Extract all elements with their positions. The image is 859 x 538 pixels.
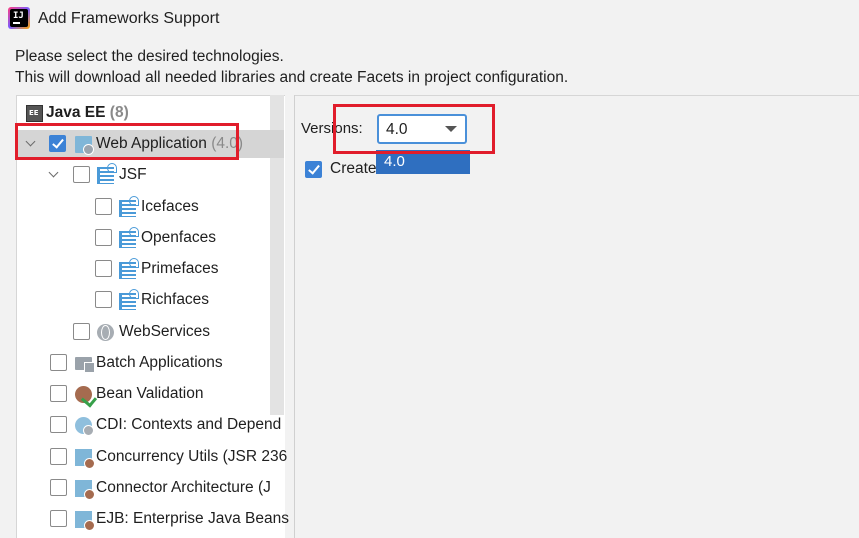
checkbox-bean-validation[interactable] bbox=[50, 385, 67, 402]
web-app-icon bbox=[75, 136, 94, 155]
globe-icon bbox=[97, 324, 114, 341]
checkbox-web-application[interactable] bbox=[49, 135, 66, 152]
chevron-down-icon[interactable] bbox=[26, 138, 36, 148]
versions-label: Versions: bbox=[301, 120, 363, 137]
label-primefaces: Primefaces bbox=[141, 260, 219, 277]
checkbox-icefaces[interactable] bbox=[95, 198, 112, 215]
jsf-icon bbox=[119, 258, 139, 279]
label-cdi: CDI: Contexts and Depend bbox=[96, 416, 282, 433]
label-concurrency-utils: Concurrency Utils (JSR 236 bbox=[96, 448, 288, 465]
label-richfaces: Richfaces bbox=[141, 291, 210, 308]
window-title: Add Frameworks Support bbox=[38, 10, 220, 27]
bean-validation-icon bbox=[75, 386, 92, 403]
checkbox-ejb[interactable] bbox=[50, 510, 67, 527]
cdi-icon bbox=[75, 417, 94, 436]
checkbox-batch-applications[interactable] bbox=[50, 354, 67, 371]
ejb-icon bbox=[75, 511, 95, 531]
jsf-icon bbox=[119, 196, 139, 217]
checkbox-connector-architecture[interactable] bbox=[50, 479, 67, 496]
group-label: Java EE (8) bbox=[46, 104, 129, 121]
create-checkbox[interactable] bbox=[305, 161, 322, 178]
versions-select[interactable]: 4.0 bbox=[377, 114, 467, 144]
checkbox-webservices[interactable] bbox=[73, 323, 90, 340]
label-openfaces: Openfaces bbox=[141, 229, 216, 246]
label-jsf: JSF bbox=[119, 166, 147, 183]
checkbox-concurrency-utils[interactable] bbox=[50, 448, 67, 465]
versions-dropdown-list: 4.0 bbox=[376, 150, 470, 174]
checkbox-openfaces[interactable] bbox=[95, 229, 112, 246]
label-webservices: WebServices bbox=[119, 323, 211, 340]
jsf-icon bbox=[97, 163, 117, 184]
checkbox-jsf[interactable] bbox=[73, 166, 90, 183]
label-icefaces: Icefaces bbox=[141, 198, 199, 215]
label-bean-validation: Bean Validation bbox=[96, 385, 204, 402]
label-ejb: EJB: Enterprise Java Beans bbox=[96, 510, 289, 527]
intellij-icon: IJ bbox=[8, 7, 30, 29]
chevron-down-icon[interactable] bbox=[445, 126, 457, 132]
label-batch-applications: Batch Applications bbox=[96, 354, 223, 371]
create-label: Create bbox=[330, 160, 377, 177]
versions-select-value: 4.0 bbox=[386, 121, 408, 138]
description-line-1: Please select the desired technologies. bbox=[15, 48, 284, 65]
technology-tree bbox=[16, 95, 285, 538]
connector-icon bbox=[75, 480, 95, 500]
jsf-icon bbox=[119, 227, 139, 248]
label-web-application: Web Application (4.0) bbox=[96, 135, 244, 152]
concurrency-icon bbox=[75, 449, 95, 469]
description-line-2: This will download all needed libraries … bbox=[15, 69, 569, 86]
folder-icon bbox=[75, 357, 95, 373]
chevron-down-icon[interactable] bbox=[49, 169, 59, 179]
title-bar: IJ Add Frameworks Support bbox=[0, 0, 859, 40]
javaee-icon bbox=[26, 105, 43, 122]
checkbox-primefaces[interactable] bbox=[95, 260, 112, 277]
checkbox-richfaces[interactable] bbox=[95, 291, 112, 308]
dropdown-option-4-0[interactable]: 4.0 bbox=[384, 153, 405, 170]
checkbox-cdi[interactable] bbox=[50, 416, 67, 433]
jsf-icon bbox=[119, 289, 139, 310]
label-connector-architecture: Connector Architecture (J bbox=[96, 479, 271, 496]
